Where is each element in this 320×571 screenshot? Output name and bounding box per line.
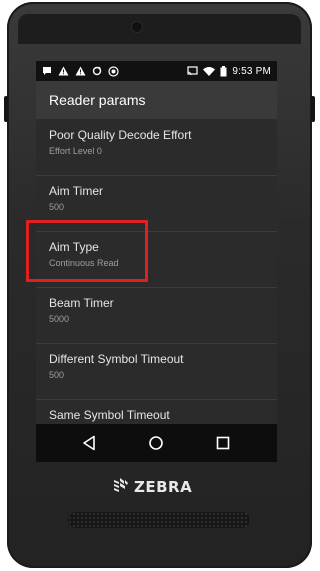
highlight-box (26, 220, 148, 282)
brand-name: ZEBRA (134, 478, 193, 496)
list-item-subtitle: 5000 (49, 314, 70, 324)
wifi-icon (203, 66, 216, 76)
zebra-head-icon (112, 476, 130, 499)
chat-bubble-icon (42, 66, 52, 76)
list-item-title: Beam Timer (49, 296, 114, 310)
list-item-subtitle: 500 (49, 370, 65, 380)
side-button-left[interactable] (4, 96, 8, 122)
sync-icon (92, 66, 102, 76)
list-item-subtitle: 500 (49, 202, 65, 212)
list-item-different-symbol-timeout[interactable]: Different Symbol Timeout 500 (36, 343, 277, 400)
target-icon (108, 65, 119, 77)
list-item-title: Same Symbol Timeout (49, 408, 170, 422)
cast-icon (187, 66, 198, 76)
warning-icon (58, 66, 69, 76)
home-icon[interactable] (148, 435, 164, 451)
list-item-beam-timer[interactable]: Beam Timer 5000 (36, 287, 277, 344)
list-item-subtitle: Effort Level 0 (49, 146, 102, 156)
status-bar: 9:53 PM (36, 61, 277, 81)
battery-icon (220, 65, 227, 77)
front-camera (132, 22, 142, 32)
speaker-grille (68, 512, 250, 528)
clock: 9:53 PM (232, 65, 271, 77)
side-button-right[interactable] (311, 96, 315, 122)
back-icon[interactable] (82, 435, 98, 451)
navigation-bar (36, 424, 277, 462)
top-bezel (18, 14, 301, 44)
list-item-title: Aim Timer (49, 184, 103, 198)
zebra-logo: ZEBRA (112, 476, 193, 499)
list-item-poor-quality-decode-effort[interactable]: Poor Quality Decode Effort Effort Level … (36, 119, 277, 176)
list-item-title: Poor Quality Decode Effort (49, 128, 192, 142)
page-title: Reader params (49, 92, 146, 108)
list-item-title: Different Symbol Timeout (49, 352, 184, 366)
app-bar: Reader params (36, 81, 277, 119)
warning-icon (75, 66, 86, 76)
recents-icon[interactable] (216, 435, 232, 451)
